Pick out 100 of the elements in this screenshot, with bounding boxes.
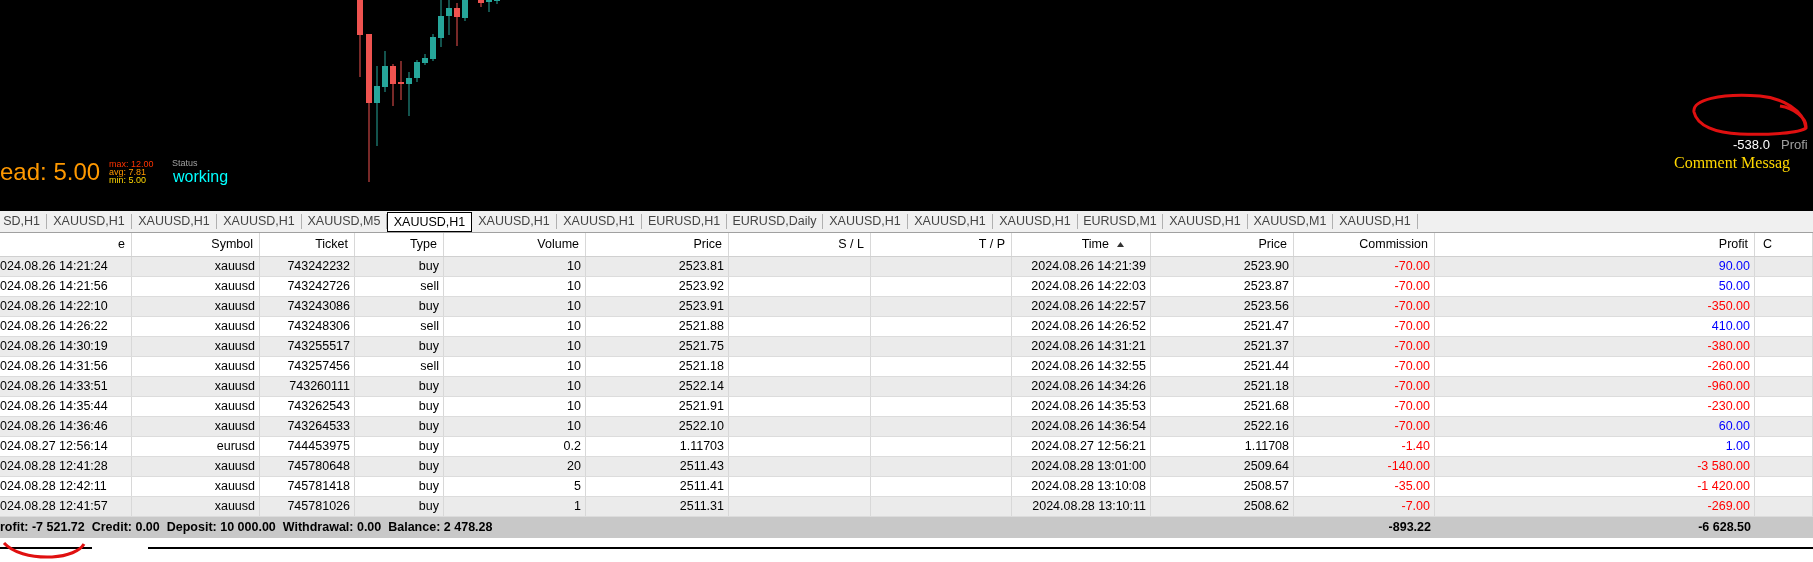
table-cell: -260.00: [1435, 357, 1755, 376]
table-cell: 1.11703: [586, 437, 729, 456]
table-cell: 2508.57: [1151, 477, 1294, 496]
table-cell: sell: [355, 317, 444, 336]
table-cell: buy: [355, 417, 444, 436]
chart-tab[interactable]: XAUUSD,H1: [1163, 214, 1248, 229]
candlestick: [414, 60, 420, 82]
column-header[interactable]: Commission: [1294, 233, 1435, 256]
table-cell: buy: [355, 257, 444, 276]
table-cell: -140.00: [1294, 457, 1435, 476]
table-cell: 2024.08.28 13:10:08: [1012, 477, 1151, 496]
table-cell: 2521.18: [586, 357, 729, 376]
candlestick: [494, 0, 500, 4]
table-cell: -70.00: [1294, 377, 1435, 396]
table-cell: -70.00: [1294, 337, 1435, 356]
chart-tab[interactable]: XAUUSD,H1: [908, 214, 993, 229]
table-cell: 10: [444, 377, 586, 396]
column-header[interactable]: e: [0, 233, 132, 256]
table-cell: 2521.37: [1151, 337, 1294, 356]
table-cell: buy: [355, 377, 444, 396]
table-cell: xauusd: [132, 477, 260, 496]
column-header[interactable]: Ticket: [260, 233, 355, 256]
column-header[interactable]: C: [1755, 233, 1813, 256]
table-cell: 2521.44: [1151, 357, 1294, 376]
column-header[interactable]: Price: [1151, 233, 1294, 256]
table-cell: 2511.43: [586, 457, 729, 476]
table-cell: 024.08.26 14:30:19: [0, 337, 132, 356]
table-cell: buy: [355, 497, 444, 516]
table-cell: buy: [355, 437, 444, 456]
table-cell: xauusd: [132, 417, 260, 436]
table-cell: 743260111: [260, 377, 355, 396]
candlestick: [478, 0, 484, 7]
table-cell: 024.08.28 12:42:11: [0, 477, 132, 496]
column-header[interactable]: T / P: [871, 233, 1012, 256]
chart-tab[interactable]: EURUSD,H1: [642, 214, 727, 229]
table-cell: xauusd: [132, 497, 260, 516]
chart-tab[interactable]: XAUUSD,H1: [1333, 214, 1418, 229]
table-cell: 90.00: [1435, 257, 1755, 276]
table-cell: 743255517: [260, 337, 355, 356]
table-cell: 2523.91: [586, 297, 729, 316]
table-cell: -3 580.00: [1435, 457, 1755, 476]
table-cell: 2523.90: [1151, 257, 1294, 276]
column-header[interactable]: Symbol: [132, 233, 260, 256]
chart-tab[interactable]: XAUUSD,H1: [47, 214, 132, 229]
table-cell: 2523.81: [586, 257, 729, 276]
table-cell: 2521.88: [586, 317, 729, 336]
table-cell: 10: [444, 257, 586, 276]
table-cell: 2024.08.26 14:26:52: [1012, 317, 1151, 336]
table-cell: 2522.16: [1151, 417, 1294, 436]
table-cell: xauusd: [132, 337, 260, 356]
table-cell: buy: [355, 457, 444, 476]
chart-tab[interactable]: XAUUSD,M1: [1248, 214, 1333, 229]
table-cell: 024.08.26 14:36:46: [0, 417, 132, 436]
table-cell: xauusd: [132, 317, 260, 336]
table-cell: 10: [444, 277, 586, 296]
table-cell: buy: [355, 477, 444, 496]
table-cell: 60.00: [1435, 417, 1755, 436]
column-header[interactable]: S / L: [729, 233, 871, 256]
chart-tab[interactable]: EURUSD,Daily: [727, 214, 823, 229]
chart-tab[interactable]: XAUUSD,H1: [132, 214, 217, 229]
table-cell: 410.00: [1435, 317, 1755, 336]
table-cell: 745781026: [260, 497, 355, 516]
table-cell: 024.08.26 14:21:24: [0, 257, 132, 276]
table-cell: xauusd: [132, 357, 260, 376]
table-cell: 2509.64: [1151, 457, 1294, 476]
spread-max: max: 12.00: [109, 160, 154, 168]
table-cell: sell: [355, 357, 444, 376]
column-header[interactable]: Price: [586, 233, 729, 256]
table-cell: -269.00: [1435, 497, 1755, 516]
table-cell: 743242726: [260, 277, 355, 296]
table-cell: -350.00: [1435, 297, 1755, 316]
chart-tab[interactable]: SD,H1: [0, 214, 47, 229]
table-cell: 2024.08.26 14:34:26: [1012, 377, 1151, 396]
table-cell: xauusd: [132, 397, 260, 416]
table-cell: 024.08.26 14:31:56: [0, 357, 132, 376]
table-cell: -70.00: [1294, 417, 1435, 436]
table-cell: 745780648: [260, 457, 355, 476]
candlestick: [390, 64, 396, 106]
comment-message: Comment Messag: [1674, 153, 1790, 173]
column-header[interactable]: Type: [355, 233, 444, 256]
table-cell: 2508.62: [1151, 497, 1294, 516]
table-cell: 2523.92: [586, 277, 729, 296]
column-header[interactable]: Profit: [1435, 233, 1755, 256]
table-cell: -70.00: [1294, 357, 1435, 376]
chart-tab[interactable]: XAUUSD,H1: [217, 214, 302, 229]
chart-tab[interactable]: XAUUSD,H1: [823, 214, 908, 229]
table-cell: 024.08.28 12:41:28: [0, 457, 132, 476]
column-header[interactable]: Time: [1012, 233, 1151, 256]
chart-tab[interactable]: XAUUSD,H1: [557, 214, 642, 229]
table-cell: -70.00: [1294, 257, 1435, 276]
chart-tab[interactable]: XAUUSD,H1: [387, 212, 472, 232]
chart-tab[interactable]: EURUSD,M1: [1078, 214, 1163, 229]
table-cell: xauusd: [132, 457, 260, 476]
table-cell: sell: [355, 277, 444, 296]
table-cell: eurusd: [132, 437, 260, 456]
chart-tab[interactable]: XAUUSD,H1: [472, 214, 557, 229]
column-header[interactable]: Volume: [444, 233, 586, 256]
chart-tab[interactable]: XAUUSD,H1: [993, 214, 1078, 229]
table-cell: 024.08.26 14:26:22: [0, 317, 132, 336]
candlestick: [462, 0, 468, 21]
